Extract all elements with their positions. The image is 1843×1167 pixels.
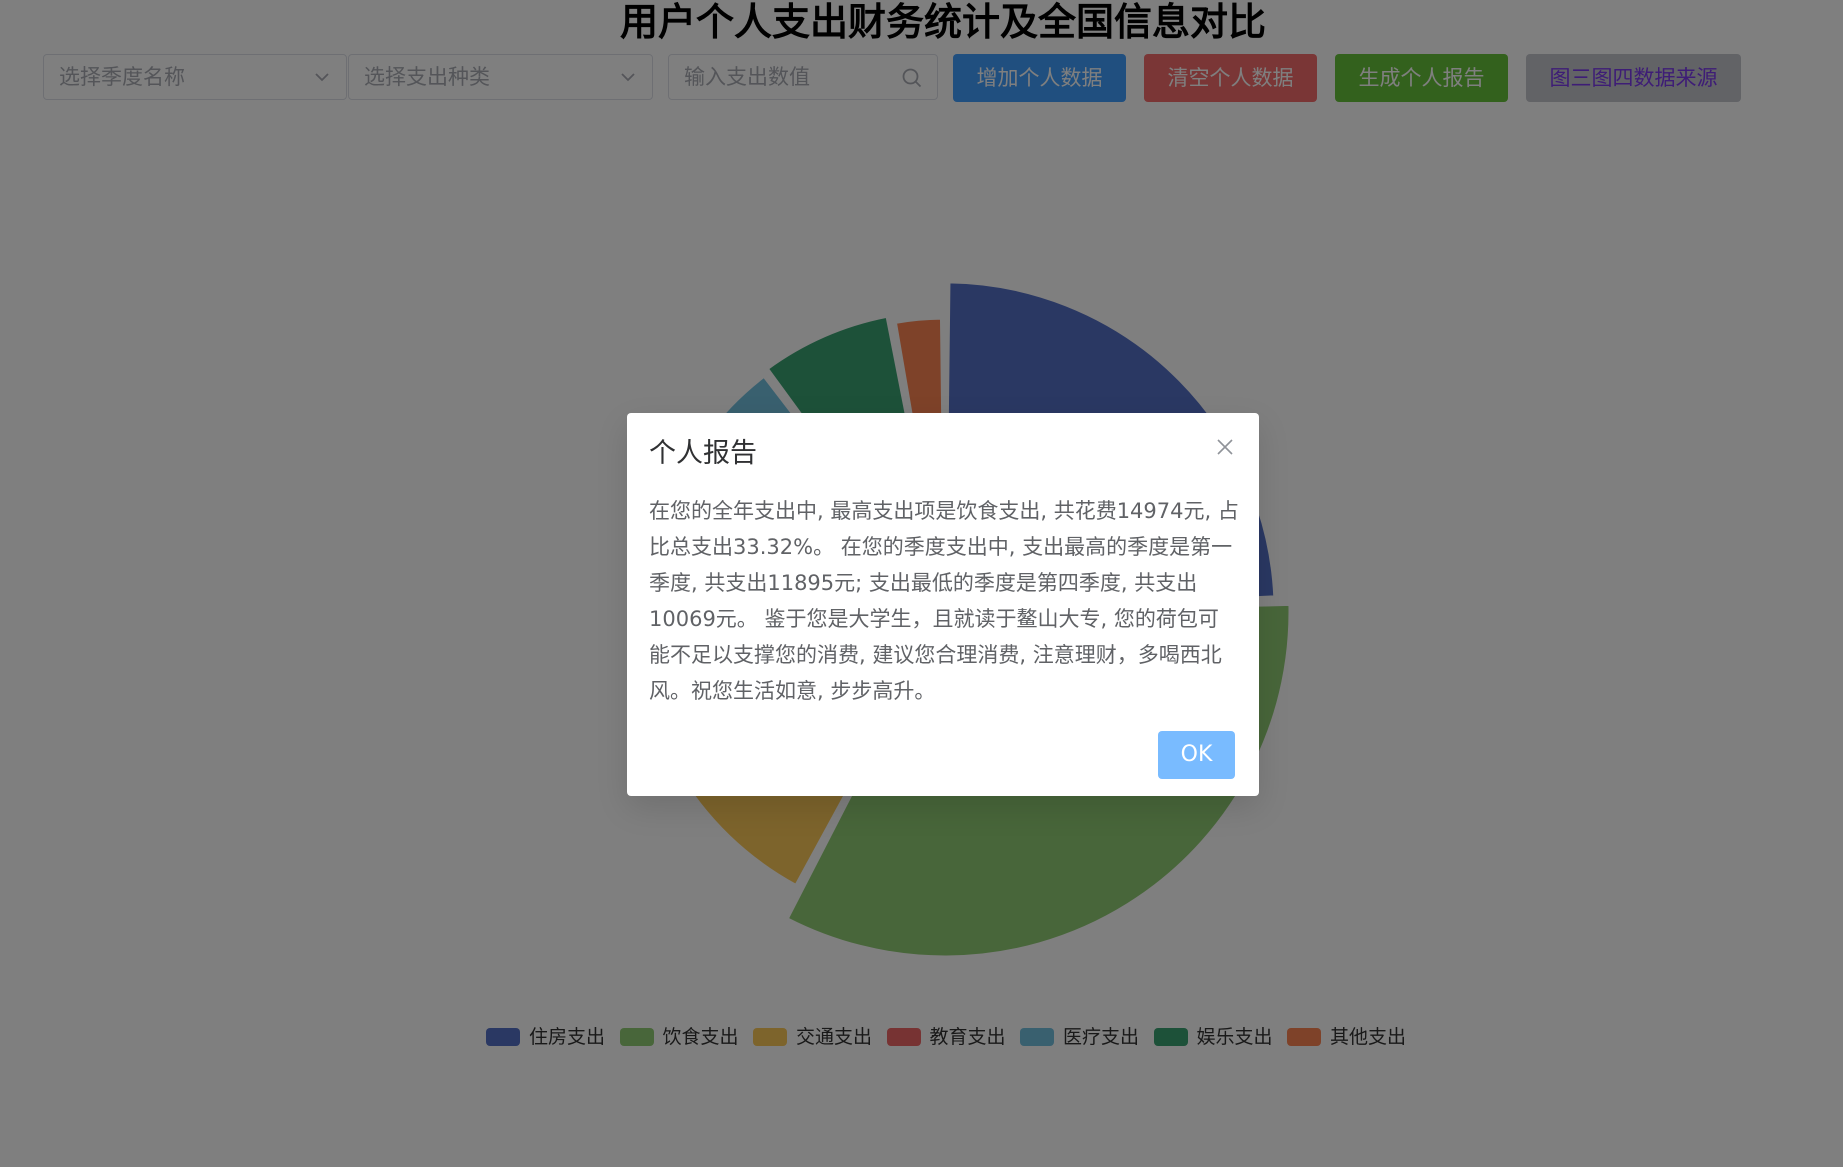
close-icon[interactable] [1215, 437, 1235, 457]
report-dialog: 个人报告 在您的全年支出中, 最高支出项是饮食支出, 共花费14974元, 占比… [627, 413, 1259, 796]
ok-button[interactable]: OK [1158, 731, 1235, 779]
dialog-body: 在您的全年支出中, 最高支出项是饮食支出, 共花费14974元, 占比总支出33… [649, 499, 1239, 703]
dialog-title: 个人报告 [649, 438, 757, 469]
